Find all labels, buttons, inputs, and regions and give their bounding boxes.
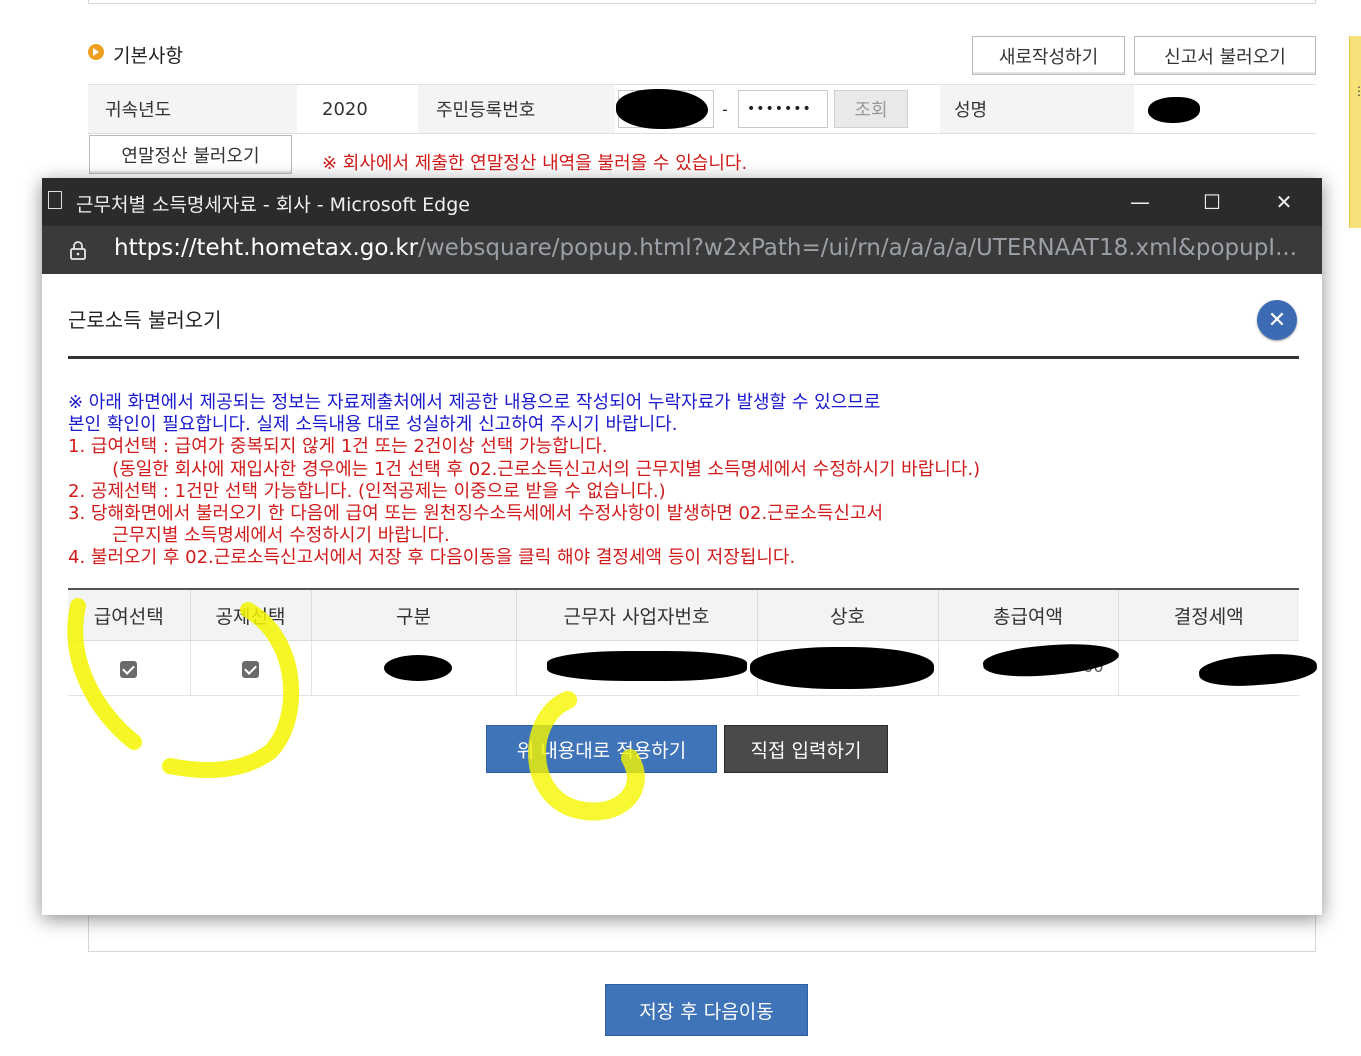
page-icon xyxy=(48,191,62,209)
url-host: teht.hometax.go.kr xyxy=(196,235,419,261)
table-header-row: 급여선택 공제선택 구분 근무자 사업자번호 상호 총급여액 결정세액 xyxy=(68,590,1299,641)
notice-line: 근무지별 소득명세에서 수정하시기 바랍니다. xyxy=(95,525,450,547)
notice-line: 4. 불러오기 후 02.근로소득신고서에서 저장 후 다음이동을 클릭 해야 … xyxy=(68,547,796,569)
col-header-company-name: 상호 xyxy=(756,590,938,641)
col-header-deduction-select: 공제선택 xyxy=(189,590,311,641)
name-redaction xyxy=(1148,97,1200,123)
col-header-category: 구분 xyxy=(310,590,516,641)
income-table: 급여선택 공제선택 구분 근무자 사업자번호 상호 총급여액 결정세액 00 xyxy=(68,588,1318,696)
side-tab-mark: ⋮ xyxy=(1353,84,1361,98)
url-path: /websquare/popup.html?w2xPath=/ui/rn/a/a… xyxy=(418,235,1298,261)
window-title: 근무처별 소득명세자료 - 회사 - Microsoft Edge xyxy=(76,194,470,216)
year-end-load-button[interactable]: 연말정산 불러오기 xyxy=(89,135,292,174)
load-report-button[interactable]: 신고서 불러오기 xyxy=(1134,36,1316,75)
lock-icon xyxy=(70,241,86,260)
notice-line: 본인 확인이 필요합니다. 실제 소득내용 대로 성실하게 신고하여 주시기 바… xyxy=(68,414,678,436)
popup-close-icon[interactable]: ✕ xyxy=(1257,300,1297,340)
window-titlebar: 근무처별 소득명세자료 - 회사 - Microsoft Edge — ☐ ✕ xyxy=(42,178,1322,226)
window-close-button[interactable]: ✕ xyxy=(1248,178,1320,226)
deduction-select-cell xyxy=(189,640,311,696)
new-write-button[interactable]: 새로작성하기 xyxy=(972,36,1125,75)
category-cell xyxy=(310,640,516,696)
basic-info-row: 귀속년도 2020 주민등록번호 - ••••••• 조회 성명 xyxy=(88,84,1316,134)
business-number-redaction xyxy=(546,651,747,681)
section-title: 기본사항 xyxy=(113,45,183,67)
col-header-business-number: 근무자 사업자번호 xyxy=(515,590,757,641)
address-bar[interactable]: https://teht.hometax.go.kr/websquare/pop… xyxy=(42,226,1322,274)
company-name-redaction xyxy=(749,647,934,689)
determined-tax-redaction xyxy=(1197,650,1318,690)
notice-line: 2. 공제선택 : 1건만 선택 가능합니다. (인적공제는 이중으로 받을 수… xyxy=(68,480,666,502)
minimize-button[interactable]: — xyxy=(1104,178,1176,226)
notice-line: 1. 급여선택 : 급여가 중복되지 않게 1건 또는 2건이상 선택 가능합니… xyxy=(68,436,608,458)
top-panel-edge xyxy=(88,0,1316,4)
year-value: 2020 xyxy=(322,98,368,120)
ssn-back-input[interactable]: ••••••• xyxy=(738,90,828,128)
col-header-total-salary: 총급여액 xyxy=(937,590,1118,641)
ssn-lookup-button[interactable]: 조회 xyxy=(834,90,908,128)
ssn-front-redaction xyxy=(616,89,708,129)
company-name-cell xyxy=(749,640,938,696)
popup-content-title: 근로소득 불러오기 xyxy=(68,308,222,332)
category-redaction xyxy=(383,655,452,681)
business-number-cell xyxy=(515,640,757,696)
apply-contents-button[interactable]: 위 내용대로 적용하기 xyxy=(486,725,717,773)
manual-input-button[interactable]: 직접 입력하기 xyxy=(724,725,888,773)
guidance-notice: ※ 아래 화면에서 제공되는 정보는 자료제출처에서 제공한 내용으로 작성되어… xyxy=(68,392,980,570)
url-protocol: https:// xyxy=(114,235,197,261)
year-label: 귀속년도 xyxy=(88,85,297,133)
title-divider xyxy=(68,356,1299,359)
notice-line: ※ 아래 화면에서 제공되는 정보는 자료제출처에서 제공한 내용으로 작성되어… xyxy=(68,392,881,413)
ssn-dash: - xyxy=(722,99,728,119)
ssn-label: 주민등록번호 xyxy=(418,85,615,133)
year-end-notice: ※ 회사에서 제출한 연말정산 내역을 불러올 수 있습니다. xyxy=(322,153,748,174)
section-bullet-icon xyxy=(88,44,104,60)
name-label: 성명 xyxy=(940,85,1134,133)
save-and-next-button[interactable]: 저장 후 다음이동 xyxy=(605,984,808,1036)
col-header-salary-select: 급여선택 xyxy=(68,590,190,641)
popup-window: 근무처별 소득명세자료 - 회사 - Microsoft Edge — ☐ ✕ … xyxy=(42,178,1322,915)
notice-line: (동일한 회사에 재입사한 경우에는 1건 선택 후 02.근로소득신고서의 근… xyxy=(95,458,981,480)
salary-select-cell xyxy=(68,640,190,696)
determined-tax-cell xyxy=(1117,640,1318,696)
url-text[interactable]: https://teht.hometax.go.kr/websquare/pop… xyxy=(114,235,1304,261)
maximize-button[interactable]: ☐ xyxy=(1176,178,1248,226)
col-header-determined-tax: 결정세액 xyxy=(1117,590,1299,641)
notice-line: 3. 당해화면에서 불러오기 한 다음에 급여 또는 원천징수소득세에서 수정사… xyxy=(68,503,884,525)
table-row: 00 xyxy=(68,637,1318,696)
salary-select-checkbox[interactable] xyxy=(120,660,138,678)
deduction-select-checkbox[interactable] xyxy=(242,660,259,678)
total-salary-cell: 00 xyxy=(937,637,1120,696)
right-side-tab[interactable]: ⋮ xyxy=(1349,36,1361,228)
